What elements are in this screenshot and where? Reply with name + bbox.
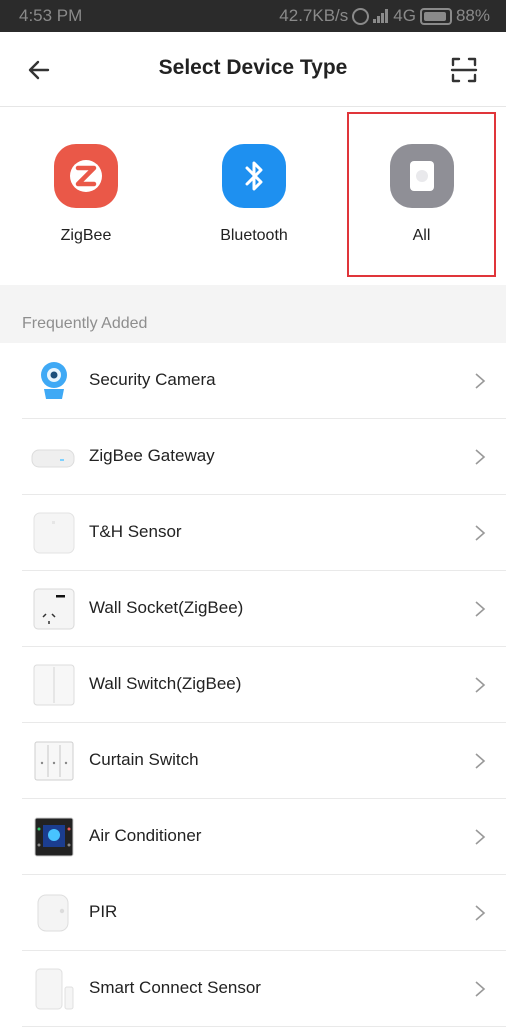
device-name: PIR — [89, 902, 118, 921]
device-category-row: ZigBee Bluetooth All — [0, 107, 506, 285]
list-item-wall-switch[interactable]: Wall Switch(ZigBee) — [0, 647, 506, 723]
device-name: Security Camera — [89, 370, 216, 389]
list-item-air-conditioner[interactable]: Air Conditioner — [0, 799, 506, 875]
battery-level: 88% — [455, 6, 490, 25]
chevron-right-icon — [475, 905, 486, 921]
device-name: Smart Connect Sensor — [89, 978, 261, 997]
security-camera-icon — [32, 359, 76, 403]
list-item-security-camera[interactable]: Security Camera — [0, 343, 506, 419]
category-label: ZigBee — [60, 227, 112, 244]
chevron-right-icon — [475, 829, 486, 845]
app-header: Select Device Type — [0, 32, 506, 107]
device-name: Wall Socket(ZigBee) — [89, 598, 244, 617]
device-name: T&H Sensor — [89, 522, 182, 541]
scan-icon — [450, 57, 478, 83]
scan-button[interactable] — [448, 54, 480, 86]
category-label: All — [412, 227, 431, 244]
device-list: Security Camera ZigBee Gateway T&H Senso… — [0, 343, 506, 1027]
bluetooth-icon — [222, 144, 286, 208]
section-header: Frequently Added — [0, 285, 506, 343]
category-label: Bluetooth — [220, 227, 288, 244]
smart-connect-sensor-icon — [32, 967, 76, 1011]
page-title: Select Device Type — [158, 56, 348, 79]
device-name: Wall Switch(ZigBee) — [89, 674, 242, 693]
status-time: 4:53 PM — [19, 6, 83, 25]
category-zigbee[interactable]: ZigBee — [2, 107, 170, 285]
all-devices-icon — [389, 144, 454, 208]
alarm-icon — [352, 7, 370, 25]
signal-icon — [373, 9, 389, 23]
category-bluetooth[interactable]: Bluetooth — [170, 107, 338, 285]
network-type: 4G — [393, 6, 416, 25]
chevron-right-icon — [475, 677, 486, 693]
device-name: ZigBee Gateway — [89, 446, 215, 465]
curtain-switch-icon — [32, 739, 76, 783]
chevron-right-icon — [475, 981, 486, 997]
list-item-smart-connect-sensor[interactable]: Smart Connect Sensor — [0, 951, 506, 1027]
device-name: Curtain Switch — [89, 750, 199, 769]
status-bar: 4:53 PM 42.7KB/s 4G 88% — [0, 0, 506, 32]
list-item-zigbee-gateway[interactable]: ZigBee Gateway — [0, 419, 506, 495]
chevron-right-icon — [475, 753, 486, 769]
air-conditioner-icon — [32, 815, 76, 859]
list-item-wall-socket[interactable]: Wall Socket(ZigBee) — [0, 571, 506, 647]
network-speed: 42.7KB/s — [279, 6, 349, 25]
list-item-th-sensor[interactable]: T&H Sensor — [0, 495, 506, 571]
pir-icon — [32, 891, 76, 935]
wall-switch-icon — [32, 663, 76, 707]
chevron-right-icon — [475, 525, 486, 541]
th-sensor-icon — [32, 511, 76, 555]
zigbee-icon — [54, 144, 118, 208]
gateway-icon — [30, 435, 76, 479]
wall-socket-icon — [32, 587, 76, 631]
category-all[interactable]: All — [347, 112, 496, 277]
chevron-right-icon — [475, 601, 486, 617]
list-item-curtain-switch[interactable]: Curtain Switch — [0, 723, 506, 799]
chevron-right-icon — [475, 373, 486, 389]
status-indicators: 42.7KB/s 4G 88% — [279, 6, 490, 26]
device-name: Air Conditioner — [89, 826, 202, 845]
list-item-pir[interactable]: PIR — [0, 875, 506, 951]
battery-icon — [419, 7, 452, 25]
section-title: Frequently Added — [22, 315, 148, 332]
chevron-right-icon — [475, 449, 486, 465]
